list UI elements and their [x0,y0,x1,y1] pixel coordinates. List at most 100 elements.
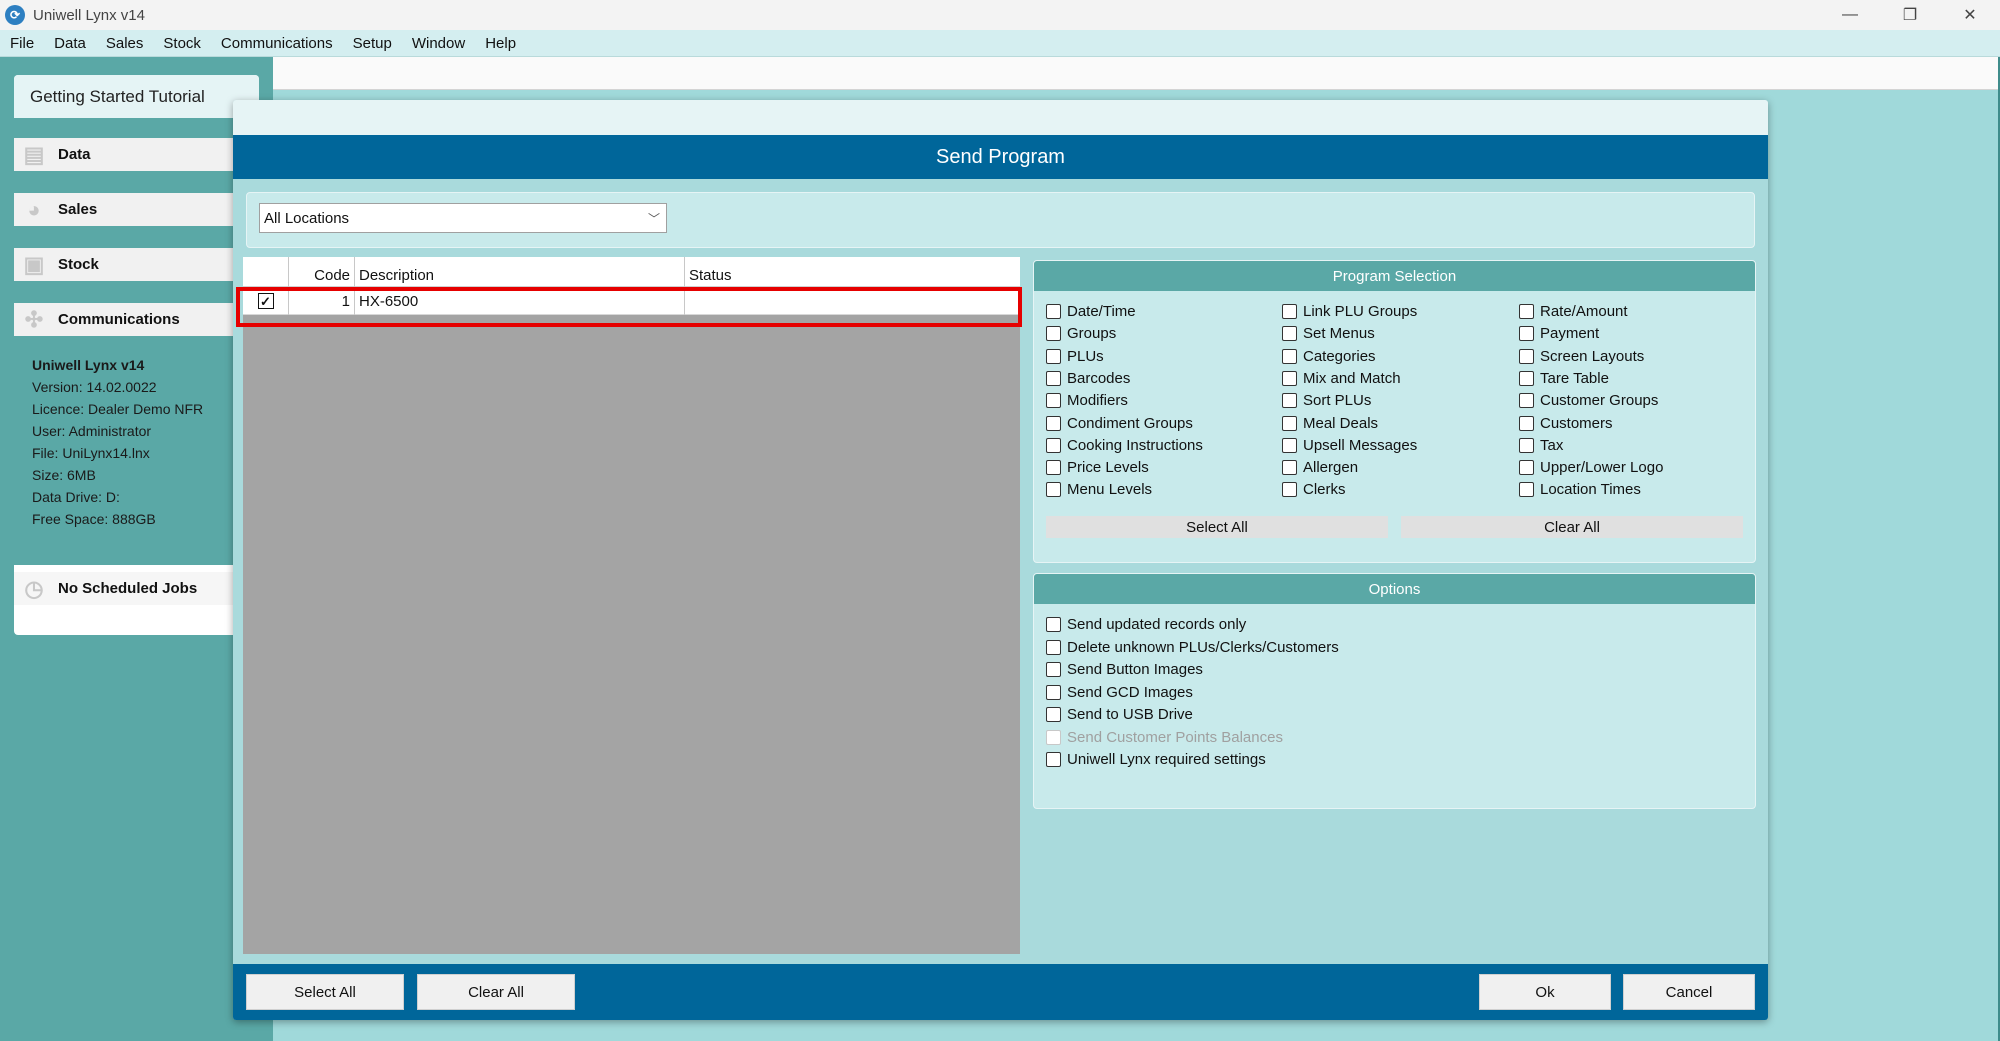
program-option-checkbox[interactable]: Rate/Amount [1519,303,1628,320]
program-option-label: Location Times [1540,481,1641,499]
restore-button[interactable]: ❐ [1880,0,1940,30]
checkbox-unchecked-icon [1519,304,1534,319]
dialog-title: Send Program [233,135,1768,179]
program-clear-all-label: Clear All [1544,518,1600,536]
checkbox-unchecked-icon [1282,460,1297,476]
info-licence: Licence: Dealer Demo NFR [32,401,204,417]
location-select[interactable]: All Locations ﹀ [259,203,667,233]
footer-clear-all-button[interactable]: Clear All [417,974,575,1010]
nav-title: Getting Started Tutorial [14,75,259,118]
program-option-label: Tax [1540,436,1564,454]
minimize-button[interactable]: — [1820,0,1880,30]
column-header-status[interactable]: Status [685,257,1020,287]
nav-item-label: Communications [58,311,180,328]
program-selection-title: Program Selection [1034,261,1755,291]
program-option-checkbox[interactable]: Allergen [1282,459,1358,476]
option-checkbox[interactable]: Send GCD Images [1046,684,1193,701]
program-option-checkbox[interactable]: Date/Time [1046,303,1136,320]
program-option-checkbox[interactable]: Cooking Instructions [1046,437,1203,454]
program-option-checkbox[interactable]: Screen Layouts [1519,348,1644,365]
checkbox-unchecked-icon [1519,348,1534,364]
program-option-label: Set Menus [1303,325,1375,343]
program-option-checkbox[interactable]: Upper/Lower Logo [1519,459,1663,476]
menu-stock[interactable]: Stock [153,35,211,52]
column-header-code[interactable]: Code [289,257,355,287]
menu-setup[interactable]: Setup [343,35,402,52]
app-icon: ⟳ [5,5,25,25]
option-checkbox[interactable]: Send Button Images [1046,661,1203,678]
option-checkbox[interactable]: Delete unknown PLUs/Clerks/Customers [1046,639,1339,656]
location-grid: Code Description Status ✓ 1 HX-6500 [243,257,1020,954]
program-option-checkbox[interactable]: Barcodes [1046,370,1130,387]
program-option-checkbox[interactable]: Meal Deals [1282,415,1378,432]
program-option-checkbox[interactable]: Payment [1519,325,1599,342]
menu-window[interactable]: Window [402,35,475,52]
column-header-description[interactable]: Description [355,257,685,287]
scheduled-jobs-label: No Scheduled Jobs [58,580,198,597]
program-option-checkbox[interactable]: PLUs [1046,348,1104,365]
program-clear-all-button[interactable]: Clear All [1401,516,1743,538]
program-option-checkbox[interactable]: Customers [1519,415,1613,432]
option-checkbox[interactable]: Uniwell Lynx required settings [1046,751,1266,768]
program-option-checkbox[interactable]: Categories [1282,348,1376,365]
program-option-checkbox[interactable]: Tax [1519,437,1563,454]
cancel-button[interactable]: Cancel [1623,974,1755,1010]
menu-data[interactable]: Data [44,35,96,52]
program-option-checkbox[interactable]: Price Levels [1046,459,1149,476]
info-user: User: Administrator [32,423,152,439]
menu-help[interactable]: Help [475,35,526,52]
option-checkbox[interactable]: Send updated records only [1046,616,1246,633]
nav-item-stock[interactable]: ▣ Stock [14,248,259,281]
pie-chart-icon: ◕ [27,196,41,222]
nav-item-communications[interactable]: ✣ Communications [14,303,259,336]
program-option-checkbox[interactable]: Mix and Match [1282,370,1401,387]
program-option-label: Cooking Instructions [1067,436,1203,454]
info-version: Version: 14.02.0022 [32,379,157,395]
program-option-checkbox[interactable]: Location Times [1519,481,1641,498]
checkbox-unchecked-icon [1046,326,1061,342]
program-option-checkbox[interactable]: Customer Groups [1519,392,1658,409]
checkbox-unchecked-icon [1046,437,1061,453]
info-free-space: Free Space: 888GB [32,511,156,527]
checkbox-unchecked-icon [1046,393,1061,409]
menu-sales[interactable]: Sales [96,35,154,52]
option-label: Delete unknown PLUs/Clerks/Customers [1067,638,1339,656]
program-option-checkbox[interactable]: Tare Table [1519,370,1609,387]
program-option-checkbox[interactable]: Menu Levels [1046,481,1152,498]
checkbox-unchecked-icon [1282,482,1297,498]
program-option-checkbox[interactable]: Link PLU Groups [1282,303,1417,320]
chevron-down-icon: ﹀ [647,212,660,226]
footer-select-all-button[interactable]: Select All [246,974,404,1010]
program-option-checkbox[interactable]: Upsell Messages [1282,437,1417,454]
option-checkbox[interactable]: Send to USB Drive [1046,706,1193,723]
system-info: Uniwell Lynx v14 Version: 14.02.0022 Lic… [14,336,259,565]
scheduled-jobs[interactable]: ◷ No Scheduled Jobs [14,572,259,605]
checkbox-unchecked-icon [1046,617,1061,632]
program-option-checkbox[interactable]: Sort PLUs [1282,392,1371,409]
program-option-checkbox[interactable]: Condiment Groups [1046,415,1193,432]
main-toolbar-strip [273,57,2000,90]
checkbox-unchecked-icon [1519,460,1534,476]
column-header-check[interactable] [243,257,289,287]
program-option-checkbox[interactable]: Groups [1046,325,1116,342]
program-select-all-label: Select All [1186,518,1248,536]
program-option-label: Meal Deals [1303,414,1379,432]
close-button[interactable]: ✕ [1940,0,2000,30]
ok-button[interactable]: Ok [1479,974,1611,1010]
nav-gap [14,226,259,248]
program-select-all-button[interactable]: Select All [1046,516,1388,538]
program-option-label: Menu Levels [1067,481,1153,499]
program-option-checkbox[interactable]: Modifiers [1046,392,1128,409]
nav-item-data[interactable]: ▤ Data [14,138,259,171]
program-option-checkbox[interactable]: Clerks [1282,481,1346,498]
checkbox-unchecked-icon [1282,415,1297,431]
checkbox-unchecked-icon [1519,370,1534,386]
nav-item-sales[interactable]: ◕ Sales [14,193,259,226]
program-option-checkbox[interactable]: Set Menus [1282,325,1375,342]
checkbox-unchecked-icon [1046,639,1061,655]
menu-communications[interactable]: Communications [211,35,343,52]
window-title: Uniwell Lynx v14 [33,6,145,24]
program-option-label: Customers [1540,414,1613,432]
menu-file[interactable]: File [0,35,44,52]
checkbox-unchecked-icon [1046,370,1061,386]
